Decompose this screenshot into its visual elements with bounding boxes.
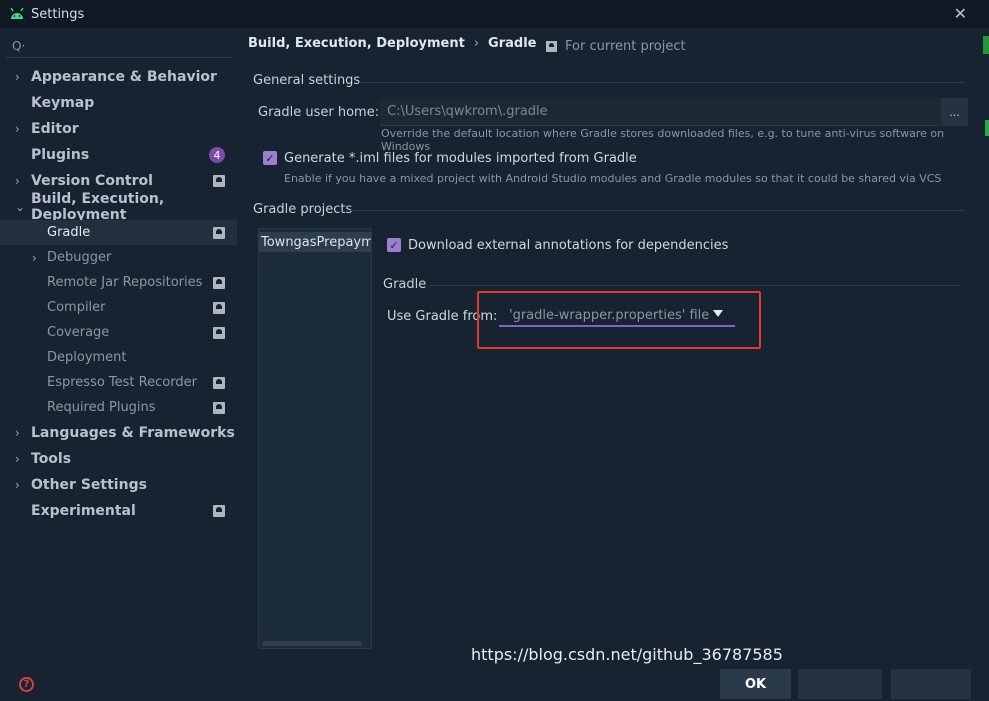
settings-sidebar: Q· › Appearance & Behavior Keymap › Edit… [0, 28, 237, 701]
sidebar-item-label: Required Plugins [47, 400, 156, 415]
sidebar-item-remote-jar-repositories[interactable]: Remote Jar Repositories [0, 270, 237, 295]
gradle-user-home-field[interactable]: C:\Users\qwkrom\.gradle [380, 98, 941, 126]
section-divider [359, 82, 965, 83]
sidebar-item-compiler[interactable]: Compiler [0, 295, 237, 320]
sidebar-item-plugins[interactable]: Plugins 4 [0, 142, 237, 168]
sidebar-item-deployment[interactable]: Deployment [0, 345, 237, 370]
sidebar-item-other-settings[interactable]: › Other Settings [0, 472, 237, 498]
sidebar-item-tools[interactable]: › Tools [0, 446, 237, 472]
chevron-right-icon[interactable]: › [15, 122, 20, 136]
help-icon[interactable]: ? [19, 677, 34, 692]
chevron-right-icon[interactable]: › [15, 478, 20, 492]
sidebar-item-debugger[interactable]: › Debugger [0, 245, 237, 270]
sidebar-item-keymap[interactable]: Keymap [0, 90, 237, 116]
annotation-highlight-box [477, 291, 761, 349]
settings-tree: › Appearance & Behavior Keymap › Editor … [0, 64, 237, 524]
project-settings-icon [213, 175, 225, 187]
for-current-project-note: For current project [546, 39, 686, 54]
sidebar-item-label: Build, Execution, Deployment [31, 191, 165, 223]
section-divider [349, 210, 965, 211]
chevron-down-icon[interactable]: ⌄ [15, 200, 25, 214]
sidebar-item-label: Debugger [47, 250, 112, 265]
list-scrollbar[interactable] [262, 641, 362, 646]
project-settings-icon [546, 41, 557, 52]
search-input[interactable]: Q· [6, 34, 231, 58]
apply-button[interactable] [891, 669, 971, 699]
sidebar-item-appearance-behavior[interactable]: › Appearance & Behavior [0, 64, 237, 90]
breadcrumb-current: Gradle [488, 36, 537, 51]
project-settings-icon [213, 302, 225, 314]
list-item[interactable]: TowngasPrepayme [259, 232, 371, 252]
generate-iml-hint: Enable if you have a mixed project with … [284, 172, 942, 185]
sidebar-item-label: Compiler [47, 300, 106, 315]
chevron-right-icon[interactable]: › [15, 70, 20, 84]
sidebar-item-label: Deployment [47, 350, 127, 365]
sidebar-item-label: Coverage [47, 325, 110, 340]
sidebar-item-label: Plugins [31, 147, 90, 163]
gradle-projects-title: Gradle projects [253, 202, 353, 217]
chevron-right-icon[interactable]: › [15, 452, 20, 466]
project-settings-icon [213, 277, 225, 289]
sidebar-item-label: Editor [31, 121, 79, 137]
sidebar-item-label: Appearance & Behavior [31, 69, 217, 85]
gradle-user-home-hint: Override the default location where Grad… [381, 127, 945, 153]
sidebar-item-label: Keymap [31, 95, 95, 111]
sidebar-item-label: Gradle [47, 225, 91, 240]
settings-content: Build, Execution, Deployment › Gradle Fo… [237, 28, 989, 701]
project-settings-icon [213, 227, 225, 239]
breadcrumb-separator-icon: › [473, 36, 480, 51]
close-icon[interactable]: ✕ [954, 4, 967, 23]
chevron-right-icon[interactable]: › [15, 174, 20, 188]
search-icon: Q· [12, 38, 26, 53]
sidebar-item-editor[interactable]: › Editor [0, 116, 237, 142]
sidebar-item-coverage[interactable]: Coverage [0, 320, 237, 345]
project-settings-icon [213, 377, 225, 389]
chevron-right-icon[interactable]: › [15, 426, 20, 440]
sidebar-item-languages-frameworks[interactable]: › Languages & Frameworks [0, 420, 237, 446]
ok-button[interactable]: OK [720, 669, 791, 699]
android-studio-icon [10, 7, 24, 19]
download-annotations-checkbox[interactable]: ✓ [387, 238, 401, 252]
generate-iml-checkbox[interactable]: ✓ [263, 151, 277, 165]
window-title: Settings [31, 6, 85, 22]
section-divider [429, 285, 960, 286]
sidebar-item-label: Experimental [31, 503, 136, 519]
watermark: https://blog.csdn.net/github_36787585 [471, 645, 783, 664]
gradle-user-home-label: Gradle user home: [258, 105, 380, 120]
project-settings-icon [213, 327, 225, 339]
sidebar-item-build-execution-deployment[interactable]: ⌄ Build, Execution, Deployment [0, 191, 237, 223]
for-project-label: For current project [565, 39, 686, 54]
sidebar-item-experimental[interactable]: Experimental [0, 498, 237, 524]
sidebar-item-label: Espresso Test Recorder [47, 375, 197, 390]
title-bar: Settings ✕ [0, 0, 989, 28]
sidebar-item-espresso-test-recorder[interactable]: Espresso Test Recorder [0, 370, 237, 395]
breadcrumb: Build, Execution, Deployment › Gradle [248, 36, 536, 51]
sidebar-item-label: Remote Jar Repositories [47, 275, 203, 290]
gradle-user-home-value: C:\Users\qwkrom\.gradle [387, 104, 548, 119]
sidebar-item-label: Languages & Frameworks [31, 425, 235, 441]
general-settings-title: General settings [253, 73, 361, 88]
generate-iml-label: Generate *.iml files for modules importe… [284, 151, 637, 166]
sidebar-item-label: Version Control [31, 173, 153, 189]
browse-button[interactable]: ... [941, 98, 968, 126]
download-annotations-label: Download external annotations for depend… [408, 238, 729, 253]
sidebar-item-label: Other Settings [31, 477, 147, 493]
project-settings-icon [213, 402, 225, 414]
gradle-projects-list[interactable]: TowngasPrepayme [258, 228, 372, 649]
chevron-right-icon[interactable]: › [32, 251, 37, 265]
breadcrumb-parent[interactable]: Build, Execution, Deployment [248, 36, 465, 51]
sidebar-item-required-plugins[interactable]: Required Plugins [0, 395, 237, 420]
sidebar-item-label: Tools [31, 451, 72, 467]
project-settings-icon [213, 505, 225, 517]
gradle-section-title: Gradle [383, 277, 427, 292]
plugins-update-badge: 4 [209, 147, 225, 163]
sidebar-item-gradle[interactable]: Gradle [0, 220, 237, 245]
cancel-button[interactable] [798, 669, 882, 699]
